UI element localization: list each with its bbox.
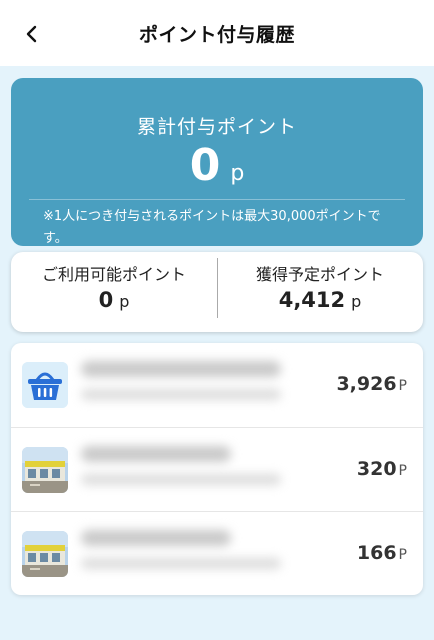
point-balance-card: ご利用可能ポイント 0p 獲得予定ポイント 4,412 p: [11, 252, 423, 332]
redacted-details: [81, 558, 281, 569]
total-points-unit: p: [230, 161, 245, 186]
pending-points-value-row: 4,412 p: [217, 288, 423, 312]
redacted-details: [81, 474, 281, 485]
pending-points: 獲得予定ポイント 4,412 p: [217, 252, 423, 332]
history-item-text: [81, 361, 291, 400]
history-item-amount-value: 166: [356, 542, 397, 564]
total-points-card: 累計付与ポイント 0p ※1人につき付与されるポイントは最大30,000ポイント…: [11, 78, 423, 246]
app-header: ポイント付与履歴: [0, 0, 434, 66]
redacted-store-name: [81, 446, 231, 462]
history-item-amount-value: 320: [356, 458, 397, 480]
available-points-value-row: 0p: [11, 288, 217, 312]
redacted-details: [81, 389, 281, 400]
pending-points-value: 4,412: [278, 288, 346, 312]
available-points-unit: p: [119, 292, 130, 311]
available-points-label: ご利用可能ポイント: [41, 265, 186, 284]
redacted-store-name: [81, 361, 281, 377]
history-item-text: [81, 446, 291, 485]
available-points-value: 0: [98, 288, 114, 312]
history-item-amount-unit: P: [398, 547, 407, 563]
pending-points-unit: p: [351, 292, 362, 311]
shopping-basket-icon: [22, 362, 68, 408]
history-item-text: [81, 530, 291, 569]
history-item-amount-unit: P: [398, 378, 407, 394]
total-points-note: ※1人につき付与されるポイントは最大30,000ポイントです。: [43, 209, 381, 246]
history-item-amount-unit: P: [398, 463, 407, 479]
page-title: ポイント付与履歴: [138, 24, 295, 46]
total-points-label: 累計付与ポイント: [136, 116, 297, 138]
store-photo: [22, 531, 68, 577]
available-points: ご利用可能ポイント 0p: [11, 252, 217, 332]
history-item[interactable]: 3,926 P: [11, 343, 423, 427]
history-item-amount-value: 3,926: [336, 373, 397, 395]
total-points-value: 0: [189, 140, 221, 191]
store-photo: [22, 447, 68, 493]
history-item-amount: 166 P: [357, 542, 407, 564]
history-item[interactable]: 320 P: [11, 427, 423, 511]
pending-points-label: 獲得予定ポイント: [255, 265, 384, 284]
total-points-value-row: 0p: [11, 140, 423, 191]
redacted-store-name: [81, 530, 231, 546]
point-history-list: 3,926 P 320 P 166 P: [11, 343, 423, 595]
divider: [29, 199, 405, 200]
history-item-amount: 3,926 P: [336, 373, 407, 395]
history-item[interactable]: 166 P: [11, 511, 423, 595]
history-item-amount: 320 P: [357, 458, 407, 480]
